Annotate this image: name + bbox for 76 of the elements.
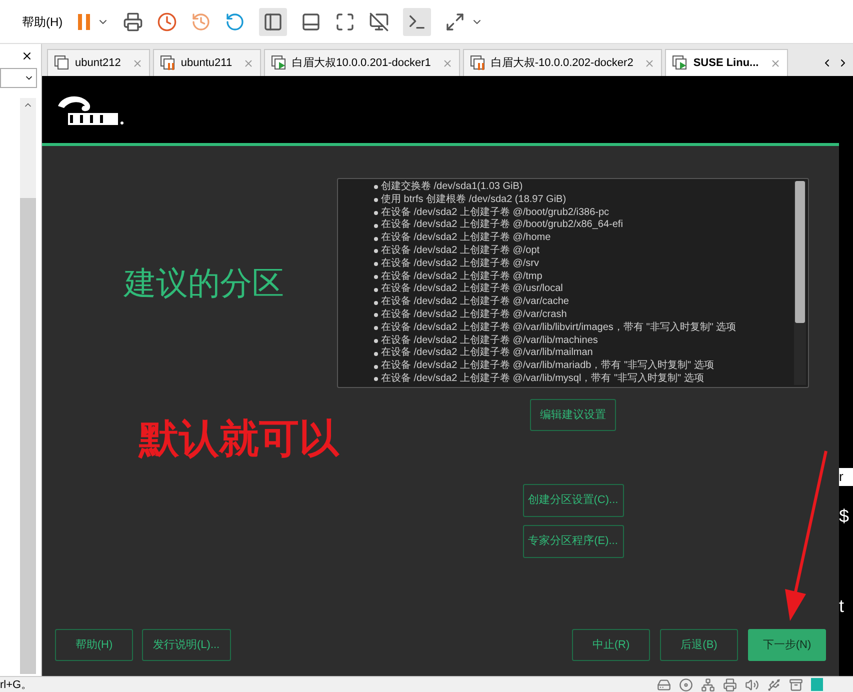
vm-tab[interactable]: 白眉大叔10.0.0.201-docker1	[264, 49, 460, 76]
proposal-item: 在设备 /dev/sda2 上创建子卷 @/var/crash	[381, 308, 567, 322]
partition-setup-button[interactable]: 专家分区程序(E)...	[522, 525, 624, 558]
speaker-icon[interactable]	[745, 678, 759, 692]
vm-tab-icon	[470, 55, 486, 71]
vm-tab-icon	[54, 55, 70, 71]
usb-icon[interactable]	[767, 678, 781, 692]
proposal-item: 在设备 /dev/sda2 上创建子卷 @/srv	[381, 258, 539, 270]
fullscreen-icon[interactable]	[334, 12, 355, 32]
bullet-icon	[374, 364, 378, 369]
proposal-item: 在设备 /dev/sda2 上创建子卷 @/boot/grub2/x86_64-efi	[381, 219, 623, 232]
footer-button[interactable]: 中止(R)	[572, 629, 650, 661]
pause-icon[interactable]	[76, 12, 91, 30]
annotation-text: 默认就可以	[139, 419, 339, 459]
vm-tab[interactable]: ubunt212	[47, 49, 150, 76]
edit-proposal-button[interactable]: 编辑建议设置	[530, 399, 616, 431]
vm-tab-icon	[271, 55, 288, 71]
bullet-icon	[374, 338, 378, 343]
proposal-item: 使用 btrfs 创建根卷 /dev/sda2 (18.97 GiB)	[381, 194, 566, 206]
proposal-item: 在设备 /dev/sda2 上创建子卷 @/boot/grub2/i386-pc	[381, 206, 610, 218]
bottom-panel-icon[interactable]	[300, 12, 321, 32]
printer-icon[interactable]	[122, 12, 143, 32]
terminal-icon[interactable]	[402, 8, 431, 36]
proposal-item: 在设备 /dev/sda2 上创建子卷 @/opt	[381, 244, 540, 258]
bullet-icon	[374, 198, 378, 202]
bullet-icon	[374, 210, 378, 215]
proposal-item: 在设备 /dev/sda2 上创建子卷 @/tmp	[381, 270, 542, 282]
footer-button[interactable]: 发行说明(L)...	[142, 629, 231, 661]
help-menu[interactable]: 帮助(H)	[22, 12, 63, 30]
bullet-icon	[374, 326, 378, 330]
bullet-icon	[374, 274, 378, 279]
bullet-icon	[374, 185, 378, 190]
proposal-item: 在设备 /dev/sda2 上创建子卷 @/var/lib/mysql，带有 "非写入时复制" 选项	[381, 372, 704, 386]
proposal-item: 在设备 /dev/sda2 上创建子卷 @/var/lib/mariadb，带有 "非写入时复制" 选项	[381, 360, 714, 372]
bullet-icon	[374, 249, 378, 254]
partition-setup-button[interactable]: 创建分区设置(C)...	[522, 484, 624, 517]
proposal-item: 在设备 /dev/sda2 上创建子卷 @/home	[381, 232, 551, 244]
status-text: rl+G。	[0, 678, 32, 692]
page-heading: 建议的分区	[124, 264, 284, 303]
proposal-item: 在设备 /dev/sda2 上创建子卷 @/usr/local	[381, 283, 563, 296]
edge-text: t	[839, 596, 844, 616]
sidebar-panel-icon[interactable]	[258, 8, 287, 36]
bullet-icon	[374, 262, 378, 266]
vm-tab-icon	[160, 55, 176, 71]
printer-icon[interactable]	[723, 678, 737, 692]
vm-tab[interactable]: ubuntu211	[152, 49, 262, 76]
bullet-icon	[374, 224, 378, 228]
clock-icon[interactable]	[156, 12, 177, 32]
dropdown-field[interactable]	[0, 68, 37, 88]
footer-button[interactable]: 下一步(N)	[748, 629, 826, 661]
display-off-icon[interactable]	[368, 12, 389, 32]
network-icon[interactable]	[701, 678, 715, 692]
vm-tab-icon	[672, 55, 688, 71]
edge-text: $	[839, 506, 850, 526]
proposal-item: 在设备 /dev/sda2 上创建子卷 @/var/lib/machines	[381, 334, 598, 346]
history-icon[interactable]	[190, 12, 211, 32]
stretch-icon[interactable]	[444, 12, 465, 32]
close-icon[interactable]	[21, 50, 33, 62]
bullet-icon	[374, 288, 378, 292]
footer-button[interactable]: 后退(B)	[660, 629, 738, 661]
footer-button[interactable]: 帮助(H)	[55, 629, 133, 661]
edge-text: r	[839, 468, 853, 486]
bullet-icon	[374, 377, 378, 382]
vm-tab[interactable]: SUSE Linu...	[665, 49, 788, 76]
vm-tab[interactable]: 白眉大叔-10.0.0.202-docker2	[462, 49, 662, 76]
bullet-icon	[374, 300, 378, 305]
proposal-item: 创建交换卷 /dev/sda1(1.03 GiB)	[381, 181, 523, 194]
proposal-item: 在设备 /dev/sda2 上创建子卷 @/var/lib/libvirt/images，带有 "非写入时复制" 选项	[381, 322, 736, 334]
archive-icon[interactable]	[789, 678, 803, 692]
bullet-icon	[374, 352, 378, 356]
restore-icon[interactable]	[224, 12, 245, 32]
disc-icon[interactable]	[679, 678, 693, 692]
proposal-item: 在设备 /dev/sda2 上创建子卷 @/var/cache	[381, 296, 569, 308]
proposal-item: 在设备 /dev/sda2 上创建子卷 @/var/lib/mailman	[381, 347, 593, 360]
bullet-icon	[374, 236, 378, 241]
bullet-icon	[374, 313, 378, 318]
